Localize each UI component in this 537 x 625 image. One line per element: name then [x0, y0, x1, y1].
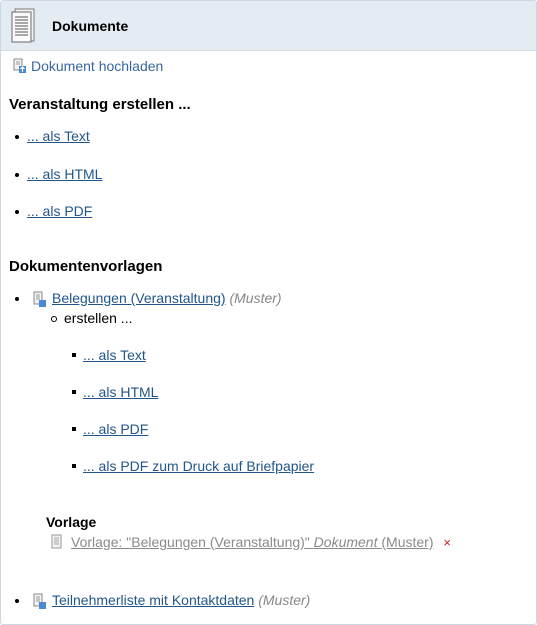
sublist-circle — [51, 316, 57, 322]
documents-panel: Dokumente Dokument hochladen Veranstaltu… — [0, 0, 537, 625]
panel-title: Dokumente — [52, 18, 129, 34]
vorlage-tag: (Muster) — [381, 534, 434, 550]
template-link-belegungen[interactable]: Belegungen (Veranstaltung) — [52, 290, 226, 306]
list-bullet — [15, 210, 19, 214]
template-as-html-link[interactable]: ... als HTML — [83, 384, 158, 400]
template-as-text-link[interactable]: ... als Text — [83, 347, 146, 363]
section-heading-create-event: Veranstaltung erstellen ... — [9, 96, 191, 113]
vorlage-document-link[interactable]: Vorlage: "Belegungen (Veranstaltung)" Do… — [71, 534, 434, 550]
template-as-pdf-letterhead-link[interactable]: ... als PDF zum Druck auf Briefpapier — [83, 458, 314, 474]
section-heading-templates: Dokumentenvorlagen — [9, 258, 163, 275]
vorlage-prefix: Vorlage: "Belegungen (Veranstaltung)" — [71, 534, 310, 550]
upload-file-icon — [13, 58, 26, 73]
delete-vorlage-icon[interactable]: × — [443, 535, 451, 550]
template-row-belegungen: Belegungen (Veranstaltung) (Muster) — [52, 290, 282, 306]
vorlage-row: Vorlage: "Belegungen (Veranstaltung)" Do… — [71, 534, 451, 550]
list-bullet — [15, 173, 19, 177]
sublist-square — [72, 353, 76, 357]
list-bullet — [15, 135, 19, 139]
panel-header: Dokumente — [1, 1, 536, 51]
create-as-text-link[interactable]: ... als Text — [27, 128, 90, 144]
vorlage-heading: Vorlage — [46, 514, 97, 530]
sublist-square — [72, 390, 76, 394]
create-as-pdf-link[interactable]: ... als PDF — [27, 203, 92, 219]
template-file-icon — [33, 291, 46, 307]
sublist-square — [72, 427, 76, 431]
create-as-html-link[interactable]: ... als HTML — [27, 166, 102, 182]
document-icon — [11, 8, 35, 43]
template-file-icon — [33, 593, 46, 609]
list-bullet — [15, 297, 19, 301]
template-row-teilnehmerliste: Teilnehmerliste mit Kontaktdaten (Muster… — [52, 592, 310, 608]
upload-document-link[interactable]: Dokument hochladen — [13, 58, 163, 74]
vorlage-file-icon — [51, 534, 62, 549]
template-link-teilnehmerliste[interactable]: Teilnehmerliste mit Kontaktdaten — [52, 592, 254, 608]
create-sub-label: erstellen ... — [64, 310, 133, 326]
template-as-pdf-link[interactable]: ... als PDF — [83, 421, 148, 437]
upload-document-label[interactable]: Dokument hochladen — [31, 58, 163, 74]
vorlage-doc-label: Dokument — [313, 534, 378, 550]
template-tag: (Muster) — [229, 290, 282, 306]
sublist-square — [72, 464, 76, 468]
list-bullet — [15, 599, 19, 603]
template-tag: (Muster) — [258, 592, 311, 608]
